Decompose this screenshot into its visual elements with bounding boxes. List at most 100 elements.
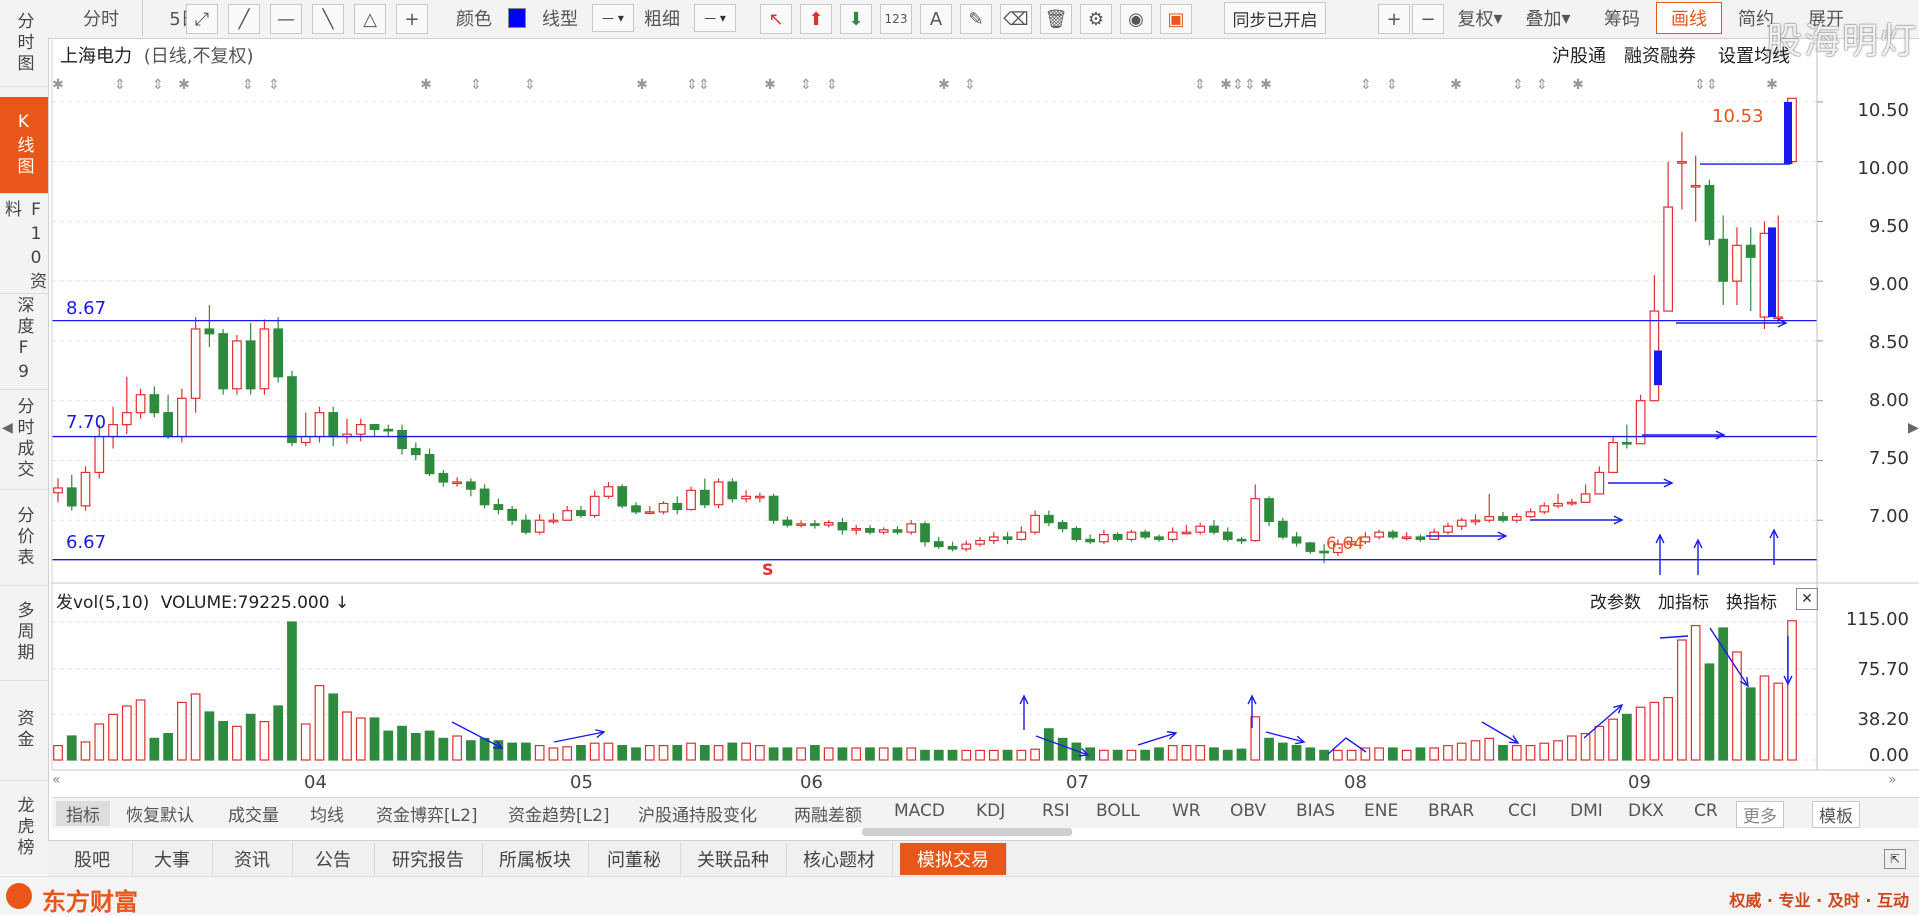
brand-name: 东方财富 <box>42 888 138 916</box>
volume-bar <box>933 749 944 761</box>
ind-wr[interactable]: WR <box>1172 801 1201 821</box>
volume-bar <box>1277 742 1288 761</box>
ind-margin-diff[interactable]: 两融差额 <box>794 801 862 826</box>
scroll-right-icon[interactable]: » <box>1888 772 1897 788</box>
candle-body <box>1690 184 1701 188</box>
event-marker-icon: ⇕ <box>686 77 698 93</box>
tab-ask-secretary[interactable]: 问董秘 <box>588 843 681 875</box>
tab-related[interactable]: 关联品种 <box>680 843 787 875</box>
ind-dmi[interactable]: DMI <box>1570 801 1603 821</box>
ind-fund-game[interactable]: 资金博弈[L2] <box>376 801 478 826</box>
edit-params-link[interactable]: 改参数 <box>1590 588 1641 613</box>
price-tick: 10.50 <box>1857 100 1909 121</box>
ind-hk-holdings[interactable]: 沪股通持股变化 <box>638 801 757 826</box>
switch-indicator-link[interactable]: 换指标 <box>1726 588 1777 613</box>
ind-ene[interactable]: ENE <box>1364 801 1398 821</box>
candle-body <box>190 328 201 399</box>
event-marker-icon: ⇕ <box>826 77 838 93</box>
candle-body <box>562 510 573 521</box>
ind-brar[interactable]: BRAR <box>1428 801 1474 821</box>
candle-body <box>493 504 504 511</box>
kline-chart[interactable]: ✱ ⇕ ⇕ ✱ ⇕ ⇕ ✱ ⇕ ⇕ ✱ ⇕ ⇕ ✱ ⇕ ⇕ ✱ ⇕ ⇕ ✱ ⇕ ⇕ ✱ ⇕ ⇕ ✱ ⇕ ⇕ ✱ ⇕ ⇕ ✱ <box>0 0 1919 840</box>
ind-fund-trend[interactable]: 资金趋势[L2] <box>508 801 610 826</box>
event-marker-icon: ⇕ <box>1694 77 1706 93</box>
volume-bar <box>658 744 669 761</box>
ind-more-button[interactable]: 更多 <box>1736 801 1784 828</box>
month-label: 05 <box>570 772 593 793</box>
candle-body <box>80 471 91 507</box>
candle-body <box>920 523 930 543</box>
candle-body <box>617 486 628 507</box>
price-tick: 10.00 <box>1857 158 1909 179</box>
ind-cci[interactable]: CCI <box>1508 801 1537 821</box>
event-marker-icon: ⇕ <box>268 77 280 93</box>
scroll-left-icon[interactable]: « <box>52 772 61 788</box>
volume-legend: 发vol(5,10) VOLUME:79225.000 ↓ <box>56 588 349 613</box>
ind-bias[interactable]: BIAS <box>1296 801 1335 821</box>
event-marker-icon: ⇕ <box>1232 77 1244 93</box>
candle-body <box>933 541 944 548</box>
volume-bar <box>1594 725 1605 761</box>
volume-bar <box>1649 701 1660 761</box>
volume-bar <box>176 701 187 761</box>
tab-events[interactable]: 大事 <box>132 843 213 875</box>
horizontal-scrollbar[interactable] <box>862 828 1072 836</box>
panel-toggle-icon[interactable]: ⇱ <box>1884 849 1906 869</box>
event-marker-icon: ⇕ <box>114 77 126 93</box>
candle-body <box>218 333 229 390</box>
collapse-right-icon[interactable]: ▶ <box>1908 420 1919 436</box>
ind-restore-default[interactable]: 恢复默认 <box>126 801 194 826</box>
add-indicator-link[interactable]: 加指标 <box>1658 588 1709 613</box>
candle-body <box>1732 244 1742 282</box>
month-label: 04 <box>304 772 327 793</box>
tab-sim-trading[interactable]: 模拟交易 <box>900 843 1007 875</box>
month-axis: « 04 05 06 07 08 09 » <box>52 772 1897 796</box>
month-label: 08 <box>1344 772 1367 793</box>
ind-volume[interactable]: 成交量 <box>228 801 279 826</box>
volume-bar <box>1608 718 1618 761</box>
volume-bar <box>1553 740 1563 761</box>
candle-body <box>369 424 380 430</box>
tab-guba[interactable]: 股吧 <box>52 843 133 875</box>
candle-body <box>810 523 820 526</box>
event-marker-icon: ✱ <box>420 77 432 93</box>
volume-bar <box>1745 687 1756 761</box>
volume-bar <box>534 744 545 761</box>
close-icon[interactable]: ✕ <box>1796 588 1818 610</box>
ind-rsi[interactable]: RSI <box>1042 801 1070 821</box>
down-arrow-icon: ↓ <box>334 593 350 613</box>
signal-s-marker[interactable]: S <box>762 560 774 579</box>
volume-bar <box>617 744 628 761</box>
price-tick: 9.50 <box>1868 216 1909 237</box>
ind-obv[interactable]: OBV <box>1230 801 1266 821</box>
tab-core-themes[interactable]: 核心题材 <box>786 843 893 875</box>
bottom-tab-bar: 股吧 大事 资讯 公告 研究报告 所属板块 问董秘 关联品种 核心题材 模拟交易… <box>48 840 1919 877</box>
volume-bar <box>548 747 559 761</box>
volume-bar <box>1511 744 1522 761</box>
volume-bar <box>1002 749 1013 761</box>
volume-bar <box>479 737 490 761</box>
volume-bar <box>988 749 999 761</box>
candle-layer <box>53 97 1797 564</box>
tab-news[interactable]: 资讯 <box>212 843 293 875</box>
candle-body <box>534 519 545 533</box>
candle-body <box>287 376 297 444</box>
ind-dkx[interactable]: DKX <box>1628 801 1664 821</box>
volume-bar <box>108 713 118 761</box>
event-marker-icon: ✱ <box>52 77 64 93</box>
event-marker-icon: ⇕ <box>964 77 976 93</box>
tab-sectors[interactable]: 所属板块 <box>482 843 589 875</box>
candle-body <box>328 412 339 438</box>
month-label: 09 <box>1628 772 1651 793</box>
ind-kdj[interactable]: KDJ <box>976 801 1005 821</box>
tab-research[interactable]: 研究报告 <box>374 843 483 875</box>
volume-bar <box>1690 624 1701 761</box>
ind-boll[interactable]: BOLL <box>1096 801 1140 821</box>
candle-body <box>878 529 889 533</box>
ind-ma[interactable]: 均线 <box>310 801 344 826</box>
ind-indicator[interactable]: 指标 <box>56 801 110 826</box>
template-button[interactable]: 模板 <box>1812 801 1860 828</box>
tab-announcements[interactable]: 公告 <box>292 843 375 875</box>
ind-macd[interactable]: MACD <box>894 801 945 821</box>
ind-cr[interactable]: CR <box>1694 801 1718 821</box>
